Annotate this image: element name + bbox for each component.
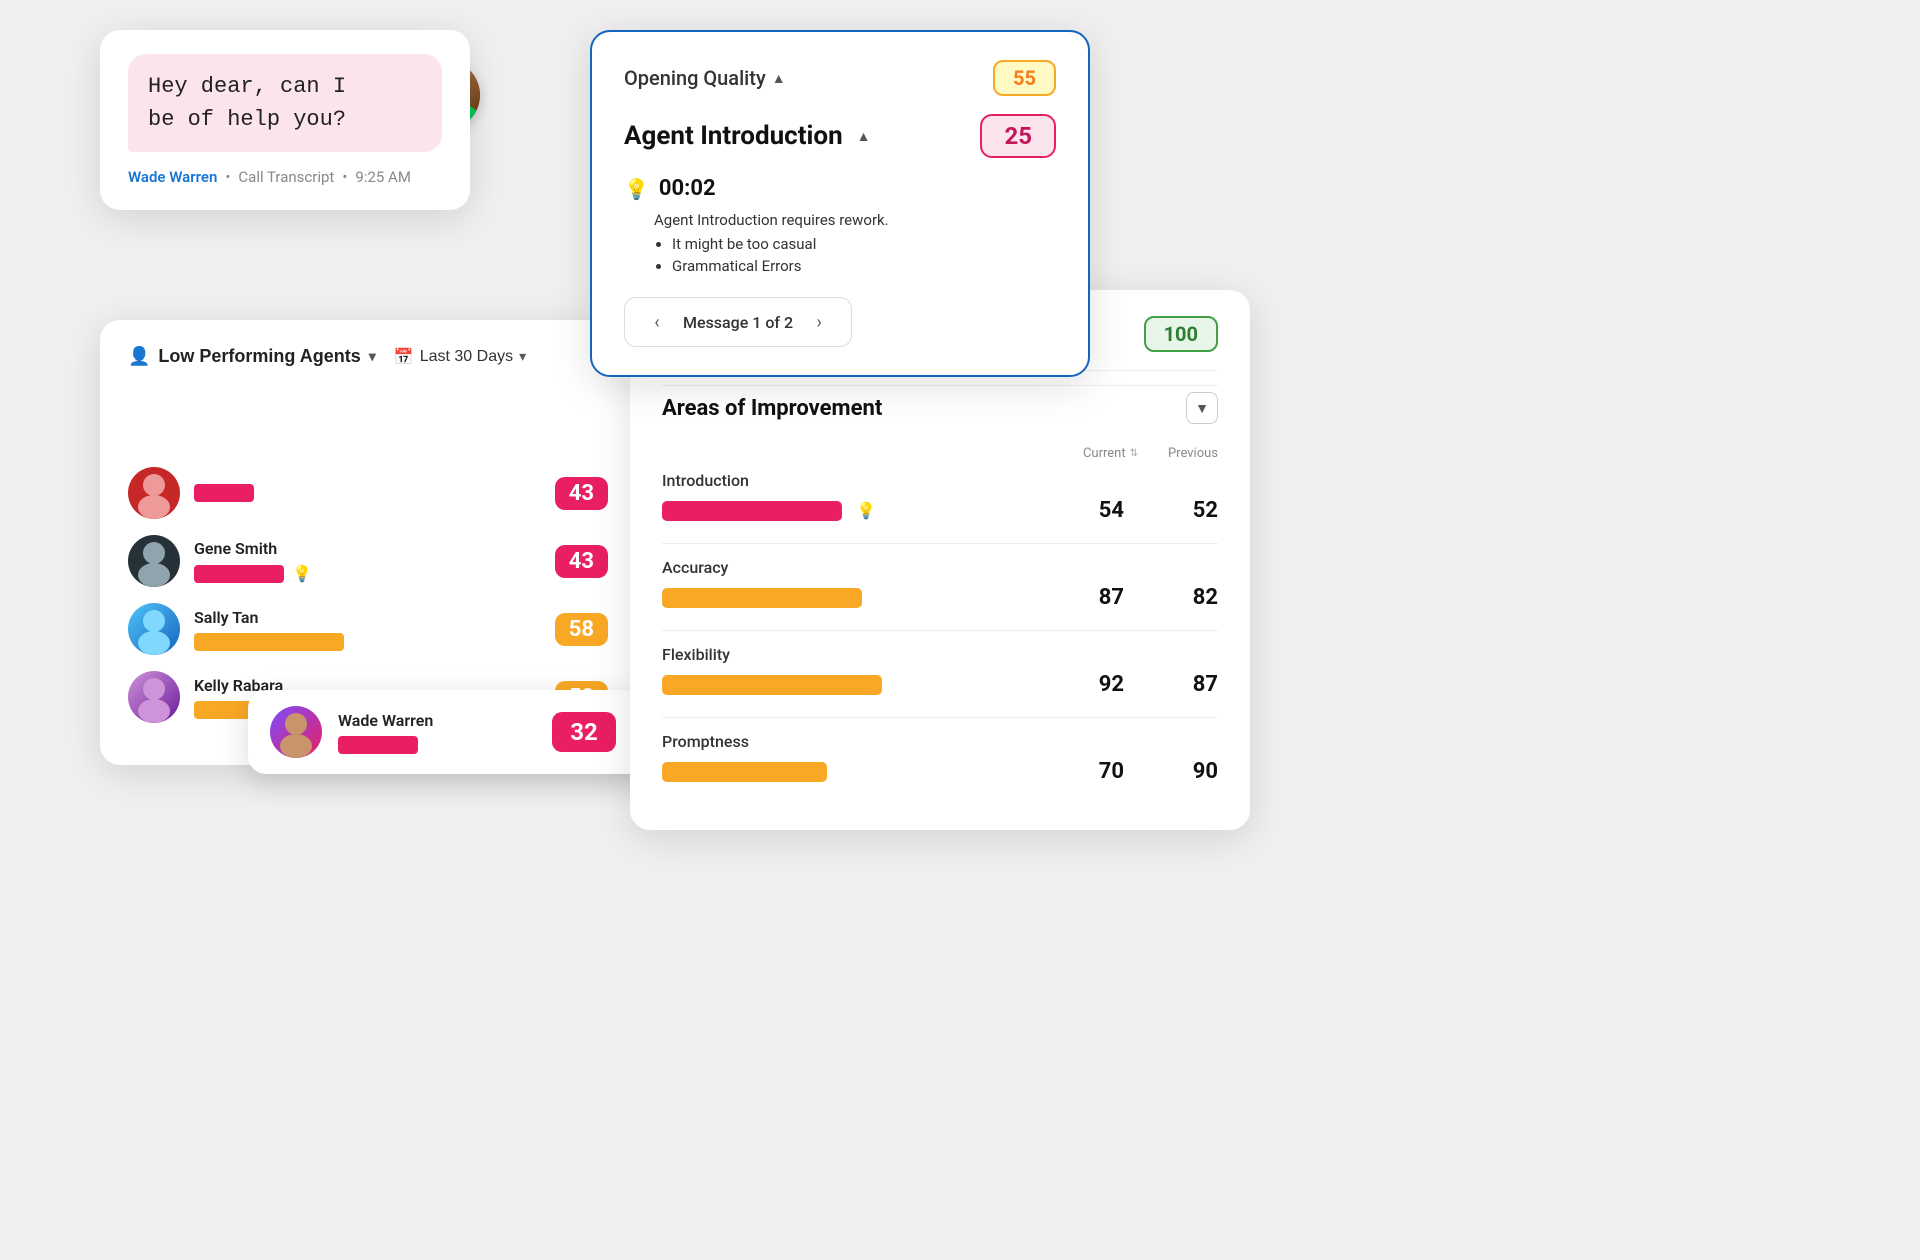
agent2-score: 43 — [555, 477, 608, 510]
intro-title: Agent Introduction ▲ — [624, 121, 871, 151]
sally-info: Sally Tan — [194, 608, 541, 651]
sort-icon: ⇅ — [1130, 448, 1138, 459]
intro-header: Agent Introduction ▲ 25 — [624, 114, 1056, 158]
opening-quality-row: Opening Quality ▲ 55 — [624, 60, 1056, 96]
chat-card: Hey dear, can I be of help you? Wade War… — [100, 30, 470, 210]
wade-name: Wade Warren — [338, 711, 536, 730]
intro-title-text: Agent Introduction — [624, 121, 843, 151]
col-current-label: Current ⇅ — [1038, 446, 1138, 461]
metric-flexibility-label: Flexibility — [662, 645, 1218, 664]
chevron-up-icon: ▲ — [772, 70, 786, 87]
calendar-icon: 📅 — [394, 347, 414, 367]
promptness-score-prev: 90 — [1138, 759, 1218, 784]
message-nav-label: Message 1 of 2 — [683, 313, 793, 332]
meta-separator: • — [225, 168, 230, 186]
agents-card: 👤 Low Performing Agents ▾ 📅 Last 30 Days… — [100, 320, 690, 765]
columns-row: Current ⇅ Previous — [662, 446, 1218, 461]
kelly-avatar — [128, 671, 180, 723]
areas-header: Areas of Improvement ▼ — [662, 385, 1218, 424]
wade-info: Wade Warren — [338, 711, 536, 754]
agents-title-button[interactable]: 👤 Low Performing Agents ▾ — [128, 346, 376, 367]
intro-description: Agent Introduction requires rework. — [624, 211, 1056, 229]
flexibility-score-current: 92 — [1044, 672, 1124, 697]
gene-bulb-icon: 💡 — [292, 564, 312, 583]
accuracy-score-current: 87 — [1044, 585, 1124, 610]
chat-bubble: Hey dear, can I be of help you? — [128, 54, 442, 152]
meta-type: Call Transcript — [238, 168, 334, 186]
sally-avatar — [128, 603, 180, 655]
sally-bar — [194, 633, 344, 651]
agent-introduction-card: Opening Quality ▲ 55 Agent Introduction … — [590, 30, 1090, 377]
introduction-score-current: 54 — [1044, 498, 1124, 523]
metric-promptness: Promptness 70 90 — [662, 732, 1218, 784]
agents-title: Low Performing Agents — [158, 346, 360, 367]
gene-name: Gene Smith — [194, 539, 541, 558]
agents-header: 👤 Low Performing Agents ▾ 📅 Last 30 Days… — [128, 346, 662, 367]
metric-promptness-label: Promptness — [662, 732, 1218, 751]
metric-accuracy-label: Accuracy — [662, 558, 1218, 577]
agents-icon: 👤 — [128, 346, 150, 367]
metric-accuracy: Accuracy 87 82 — [662, 558, 1218, 610]
date-dropdown-icon: ▾ — [519, 348, 526, 365]
agent2-avatar — [128, 467, 180, 519]
flexibility-score-prev: 87 — [1138, 672, 1218, 697]
greeting-score: 100 — [1144, 316, 1218, 352]
sally-name: Sally Tan — [194, 608, 541, 627]
wade-highlight-card[interactable]: Wade Warren 32 -42% — [248, 690, 688, 774]
accuracy-score-prev: 82 — [1138, 585, 1218, 610]
bullet-1: It might be too casual — [672, 235, 1056, 253]
date-filter-button[interactable]: 📅 Last 30 Days ▾ — [394, 347, 526, 367]
agent2-bar — [194, 484, 254, 502]
areas-title: Areas of Improvement — [662, 396, 882, 421]
chat-time: 9:25 AM — [355, 168, 411, 186]
opening-quality-label: Opening Quality — [624, 66, 766, 90]
promptness-score-current: 70 — [1044, 759, 1124, 784]
opening-quality-score: 55 — [993, 60, 1056, 96]
intro-bullets: It might be too casual Grammatical Error… — [624, 235, 1056, 275]
bulb-icon: 💡 — [624, 177, 649, 201]
introduction-bar — [662, 501, 842, 521]
agent-name: Wade Warren — [128, 168, 217, 186]
timestamp: 00:02 — [659, 176, 716, 201]
metric-introduction: Introduction 💡 54 52 — [662, 471, 1218, 523]
date-filter-label: Last 30 Days — [420, 348, 513, 366]
promptness-bar — [662, 762, 827, 782]
flexibility-bar — [662, 675, 882, 695]
meta-separator2: • — [342, 168, 347, 186]
wade-bar — [338, 736, 418, 754]
gene-avatar — [128, 535, 180, 587]
filter-button[interactable]: ▼ — [1186, 392, 1218, 424]
sally-score: 58 — [555, 613, 608, 646]
col-previous-label: Previous — [1138, 446, 1218, 461]
agent-row-2[interactable]: 43 — [128, 467, 662, 519]
bullet-2: Grammatical Errors — [672, 257, 1056, 275]
gene-info: Gene Smith 💡 — [194, 539, 541, 583]
wade-avatar — [270, 706, 322, 758]
agent-row-sally[interactable]: Sally Tan 58 +5% — [128, 603, 662, 655]
nav-next-button[interactable]: › — [805, 308, 833, 336]
gene-score: 43 — [555, 545, 608, 578]
accuracy-bar — [662, 588, 862, 608]
wade-score: 32 — [552, 712, 616, 752]
intro-score-badge: 25 — [980, 114, 1056, 158]
metric-introduction-label: Introduction — [662, 471, 1218, 490]
message-nav: ‹ Message 1 of 2 › — [624, 297, 852, 347]
introduction-bulb-icon: 💡 — [856, 501, 876, 520]
chat-meta: Wade Warren • Call Transcript • 9:25 AM — [128, 168, 442, 186]
gene-bar — [194, 565, 284, 583]
chevron-up-icon2: ▲ — [857, 128, 871, 145]
agents-dropdown-icon: ▾ — [369, 348, 376, 365]
nav-prev-button[interactable]: ‹ — [643, 308, 671, 336]
agent2-info — [194, 484, 541, 502]
introduction-score-prev: 52 — [1138, 498, 1218, 523]
agent-row-gene[interactable]: Gene Smith 💡 43 -21% — [128, 535, 662, 587]
metric-flexibility: Flexibility 92 87 — [662, 645, 1218, 697]
timestamp-row: 💡 00:02 — [624, 176, 1056, 201]
